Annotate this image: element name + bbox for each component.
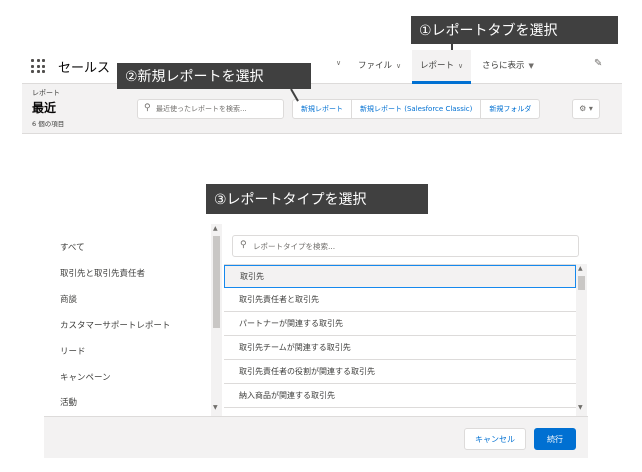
report-type-row[interactable]: 取引先責任者と取引先 (224, 289, 576, 312)
salesforce-report-page: セールス ∨ ファイル ∨ レポート ∨ さらに表示 ▼ ✎ レポート 最近 6 個の… (22, 50, 622, 134)
nav-item-reports[interactable]: レポート ∨ (412, 50, 472, 84)
report-type-search-input[interactable] (253, 239, 573, 253)
callout-select-new-report: ②新規レポートを選択 (117, 63, 311, 89)
category-scrollbar[interactable]: ▲ ▼ (211, 224, 222, 416)
category-item[interactable]: リード (60, 345, 86, 357)
pencil-icon[interactable]: ✎ (594, 58, 602, 69)
new-folder-button[interactable]: 新規フォルダ (480, 99, 541, 119)
gear-icon[interactable]: ⚙ ▾ (572, 99, 600, 119)
report-type-row[interactable]: 取引先 (224, 265, 576, 288)
recent-reports-search-input[interactable] (156, 102, 280, 116)
scrollbar-thumb[interactable] (578, 276, 585, 290)
scrollbar-thumb[interactable] (213, 236, 220, 328)
new-report-button[interactable]: 新規レポート (292, 99, 352, 119)
nav-item-more[interactable]: さらに表示 ▼ (482, 59, 534, 71)
chevron-down-icon[interactable]: ∨ (458, 62, 463, 70)
cancel-button[interactable]: キャンセル (464, 428, 526, 450)
scroll-up-icon[interactable]: ▲ (213, 225, 218, 232)
nav-item-files[interactable]: ファイル ∨ (358, 59, 401, 71)
chevron-down-icon[interactable]: ∨ (336, 59, 341, 67)
app-launcher-icon[interactable] (31, 59, 45, 73)
search-icon: ⚲ (144, 103, 151, 113)
category-item[interactable]: キャンペーン (60, 371, 111, 383)
category-item[interactable]: 取引先と取引先責任者 (60, 267, 145, 279)
global-nav-bar: セールス ∨ ファイル ∨ レポート ∨ さらに表示 ▼ ✎ (22, 50, 622, 84)
report-type-row[interactable]: パートナーが関連する取引先 (224, 313, 576, 336)
report-type-row[interactable]: 取引先チームが関連する取引先 (224, 337, 576, 360)
continue-button[interactable]: 続行 (534, 428, 576, 450)
new-report-classic-button[interactable]: 新規レポート (Salesforce Classic) (351, 99, 482, 119)
list-view-header: レポート 最近 6 個の項目 ⚲ 新規レポート 新規レポート (Salesfor… (22, 84, 622, 134)
nav-item-label: さらに表示 (482, 61, 525, 71)
category-item[interactable]: 活動 (60, 396, 77, 408)
callout-select-report-type: ③レポートタイプを選択 (206, 184, 428, 214)
category-item[interactable]: すべて (60, 241, 85, 253)
caret-down-icon: ▼ (528, 62, 534, 70)
report-type-search[interactable]: ⚲ (232, 235, 579, 257)
scroll-up-icon[interactable]: ▲ (578, 265, 583, 272)
object-label: レポート (32, 89, 60, 97)
report-type-scrollbar[interactable]: ▲ ▼ (576, 264, 587, 416)
nav-item-label: ファイル (358, 61, 393, 71)
page-title: 最近 (32, 101, 57, 115)
report-type-row[interactable]: 納入商品が関連する取引先 (224, 385, 576, 408)
category-item[interactable]: カスタマーサポートレポート (60, 319, 170, 331)
nav-item-label: レポート (420, 61, 455, 71)
recent-reports-search[interactable]: ⚲ (137, 99, 284, 119)
search-icon: ⚲ (240, 240, 247, 250)
report-category-list: すべて 取引先と取引先責任者 商談 カスタマーサポートレポート リード キャンペ… (44, 224, 222, 416)
app-name: セールス (58, 61, 111, 76)
report-type-dialog: すべて 取引先と取引先責任者 商談 カスタマーサポートレポート リード キャンペ… (44, 224, 588, 458)
report-type-row[interactable]: 取引先責任者の役割が関連する取引先 (224, 361, 576, 384)
dialog-footer: キャンセル 続行 (44, 416, 588, 458)
scroll-down-icon[interactable]: ▼ (578, 404, 583, 411)
item-count: 6 個の項目 (32, 120, 65, 128)
report-actions-button-group: 新規レポート 新規レポート (Salesforce Classic) 新規フォル… (292, 99, 541, 119)
category-item[interactable]: 商談 (60, 293, 77, 305)
chevron-down-icon[interactable]: ∨ (396, 62, 401, 70)
scroll-down-icon[interactable]: ▼ (213, 404, 218, 411)
report-type-list: 取引先 取引先責任者と取引先 パートナーが関連する取引先 取引先チームが関連する… (224, 264, 576, 416)
callout-select-report-tab: ①レポートタブを選択 (411, 16, 618, 44)
